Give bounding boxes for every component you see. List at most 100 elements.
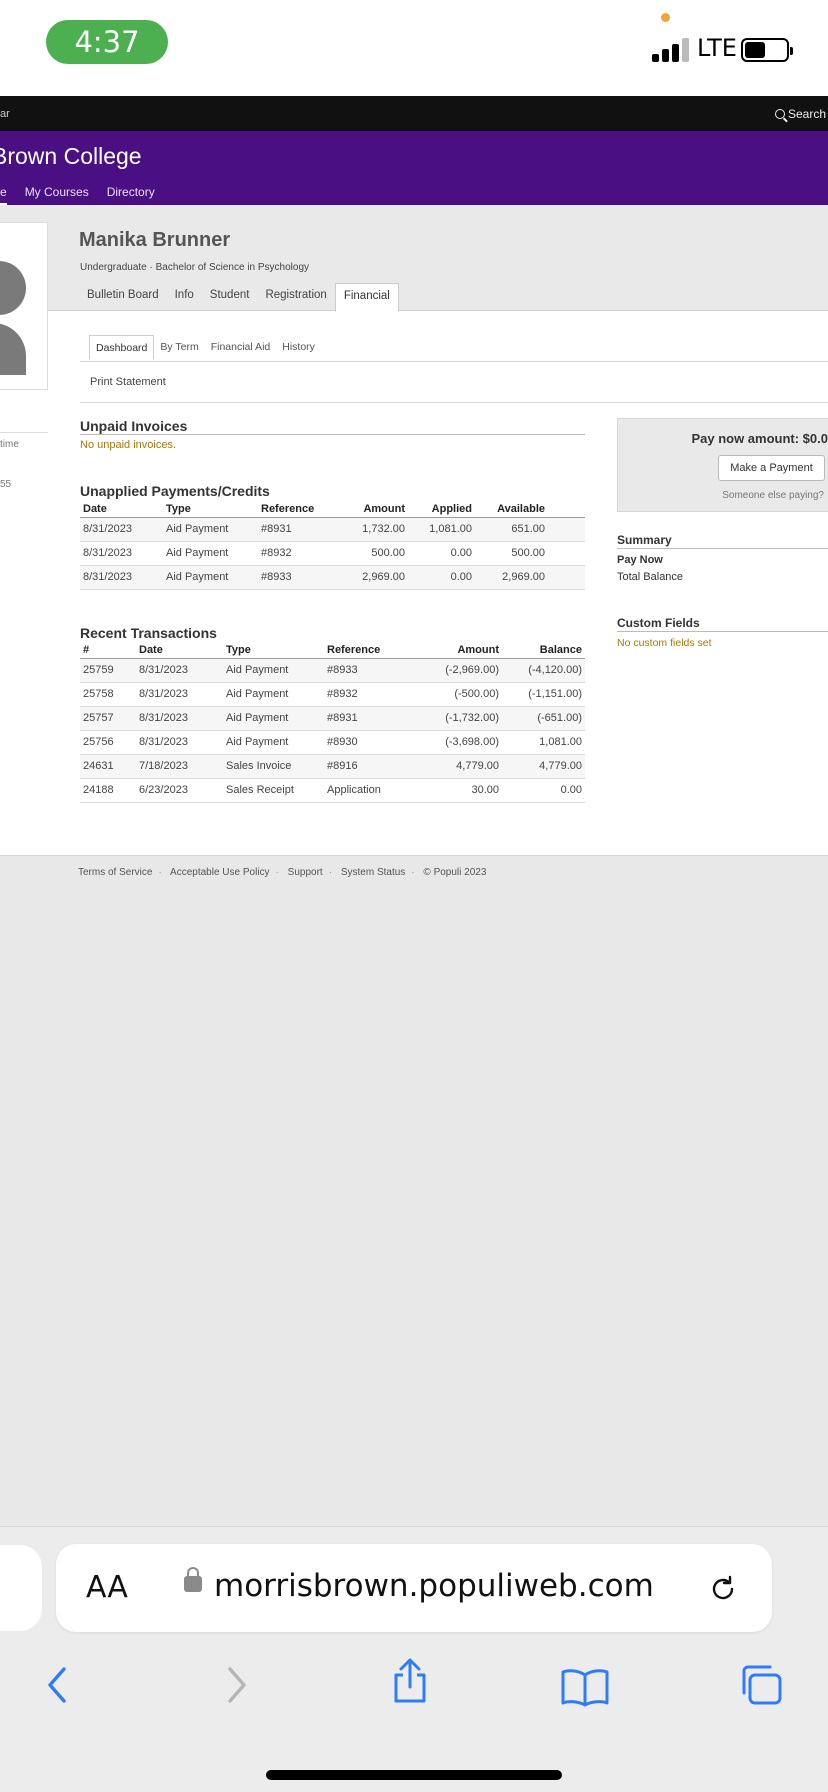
back-icon[interactable] [44,1665,70,1705]
nav-item-directory[interactable]: Directory [107,185,155,206]
profile-header: Manika Brunner Undergraduate · Bachelor … [0,205,828,312]
footer-support-link[interactable]: Support [288,867,323,878]
col-date: Date [136,642,223,659]
table-row: 24188 6/23/2023 Sales Receipt Applicatio… [80,778,585,803]
subtab-dashboard[interactable]: Dashboard [89,335,155,360]
make-payment-button[interactable]: Make a Payment [718,455,825,481]
recent-transactions-title: Recent Transactions [80,625,217,641]
cell-balance: (-4,120.00) [502,658,585,683]
unpaid-invoices-title: Unpaid Invoices [80,418,188,434]
student-name: Manika Brunner [79,229,231,251]
cell-number: 25759 [80,658,136,683]
cell-type: Sales Invoice [223,754,324,779]
table-row: 25756 8/31/2023 Aid Payment #8930 (-3,69… [80,730,585,755]
status-time: 4:37 [46,20,168,64]
financial-subtabs: Dashboard By Term Financial Aid History [89,335,321,360]
subtab-financial-aid[interactable]: Financial Aid [205,335,277,360]
cell-reference: #8932 [324,682,414,707]
cell-type: Sales Receipt [223,778,324,803]
print-divider [80,402,828,403]
cell-balance: (-651.00) [502,706,585,731]
cell-reference: #8931 [324,706,414,731]
table-row: 24631 7/18/2023 Sales Invoice #8916 4,77… [80,754,585,779]
sidebar-fragment-time: time [0,432,48,450]
reload-icon[interactable] [708,1574,738,1604]
subtab-history[interactable]: History [276,335,321,360]
tab-bulletin-board[interactable]: Bulletin Board [79,283,167,312]
cell-date: 8/31/2023 [80,541,163,566]
cell-spacer [548,517,585,542]
cell-reference: #8930 [324,730,414,755]
cell-available: 2,969.00 [475,565,548,590]
footer-status-link[interactable]: System Status [341,867,405,878]
footer-terms-link[interactable]: Terms of Service [78,867,152,878]
cell-spacer [548,565,585,590]
table-row: 8/31/2023 Aid Payment #8933 2,969.00 0.0… [80,565,585,590]
unpaid-empty-text: No unpaid invoices. [80,439,177,451]
url-text[interactable]: morrisbrown.populiweb.com [214,1568,654,1604]
cell-balance: (-1,151.00) [502,682,585,707]
safari-toolbar: AA morrisbrown.populiweb.com [0,1526,828,1792]
network-type: LTE [697,34,737,62]
cell-amount: 500.00 [335,541,408,566]
cell-number: 25758 [80,682,136,707]
unapplied-table: Date Type Reference Amount Applied Avail… [80,501,585,590]
cell-date: 8/31/2023 [80,517,163,542]
tab-info[interactable]: Info [167,283,202,312]
table-header-row: Date Type Reference Amount Applied Avail… [80,501,585,518]
cell-reference: #8932 [258,541,335,566]
tab-financial[interactable]: Financial [334,283,399,312]
col-available: Available [475,501,548,518]
subtab-by-term[interactable]: By Term [154,335,204,360]
col-applied: Applied [408,501,475,518]
reader-settings-button[interactable]: AA [86,1570,128,1605]
col-type: Type [163,501,258,518]
browser-nav-icons [0,1647,828,1727]
custom-fields-divider [617,631,828,632]
table-row: 8/31/2023 Aid Payment #8932 500.00 0.00 … [80,541,585,566]
invoice-link[interactable]: #8916 [324,754,414,779]
print-statement-link[interactable]: Print Statement [90,376,166,388]
forward-icon[interactable] [224,1665,250,1705]
summary-title: Summary [617,533,672,547]
cell-balance: 4,779.00 [502,754,585,779]
cell-type: Aid Payment [163,517,258,542]
cell-balance: 1,081.00 [502,730,585,755]
custom-fields-empty: No custom fields set [617,637,712,649]
privacy-indicator-icon [661,13,670,22]
col-reference: Reference [324,642,414,659]
battery-icon [741,38,793,62]
cell-reference: #8933 [324,658,414,683]
bookmarks-icon[interactable] [560,1667,610,1707]
unpaid-divider [80,434,585,435]
cell-amount: 30.00 [414,778,502,803]
avatar[interactable] [0,222,48,390]
summary-divider [617,548,828,549]
share-icon[interactable] [390,1657,430,1705]
cell-applied: 0.00 [408,541,475,566]
cell-type: Aid Payment [223,658,324,683]
tab-registration[interactable]: Registration [257,283,334,312]
col-amount: Amount [335,501,408,518]
home-indicator[interactable] [266,1770,562,1780]
cell-type: Aid Payment [223,706,324,731]
tab-student[interactable]: Student [202,283,258,312]
col-number: # [80,642,136,659]
previous-tab-preview[interactable] [0,1545,42,1631]
college-name-text: Brown College [0,143,142,169]
college-name[interactable]: Brown College [0,143,142,170]
nav-item-my-courses[interactable]: My Courses [25,185,89,206]
topbar-left-fragment[interactable]: ar [0,108,10,120]
student-program: Undergraduate · Bachelor of Science in P… [80,262,310,273]
someone-else-paying-link[interactable]: Someone else paying? [722,490,824,501]
search-icon [774,109,785,119]
address-bar[interactable]: AA morrisbrown.populiweb.com [56,1544,772,1632]
avatar-body-icon [0,323,26,375]
search-button[interactable]: Search [774,107,826,121]
col-spacer [548,501,585,518]
nav-item-home[interactable]: e [0,185,7,206]
cell-date: 7/18/2023 [136,754,223,779]
avatar-head-icon [0,261,26,315]
footer-aup-link[interactable]: Acceptable Use Policy [170,867,270,878]
tabs-icon[interactable] [738,1663,784,1707]
